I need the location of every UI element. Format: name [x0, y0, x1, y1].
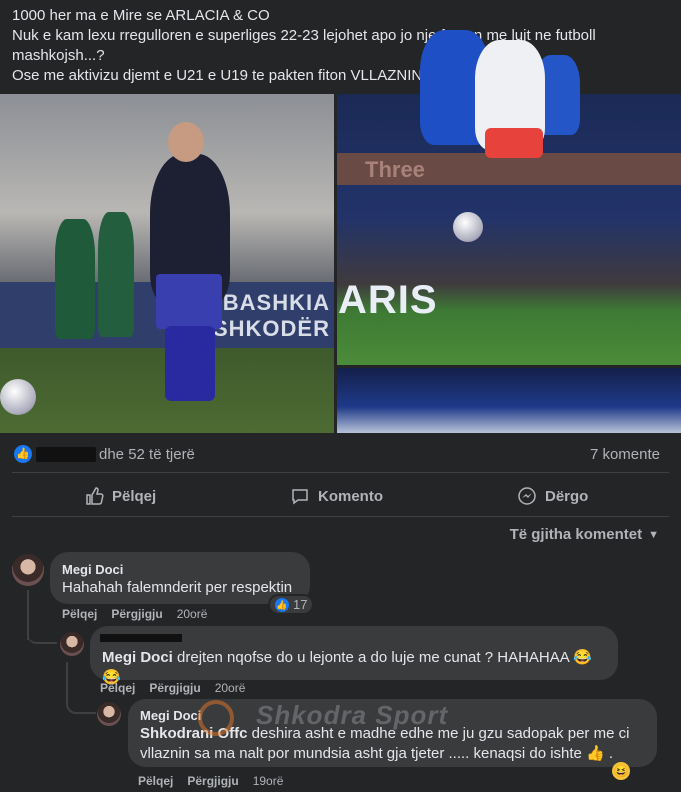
like-label: Pëlqej	[112, 487, 157, 505]
comment-meta: Pëlqej Përgjigju 20orë	[62, 607, 207, 621]
reaction-count: 17	[293, 597, 308, 612]
divider	[12, 516, 669, 517]
divider	[12, 472, 669, 473]
banner-text: BASHKIA SHKODËR	[212, 290, 330, 341]
thread-connector	[27, 616, 57, 644]
football-icon	[0, 379, 36, 415]
comments-count[interactable]: 7 komente	[590, 446, 660, 463]
avatar[interactable]	[97, 702, 121, 726]
mention-link[interactable]: Shkodrani Offc	[140, 725, 248, 742]
mention-link[interactable]: Megi Doci	[102, 649, 173, 666]
comment-like-link[interactable]: Pëlqej	[100, 681, 135, 695]
player-head	[168, 122, 204, 162]
ad-board-text: Three	[365, 157, 425, 182]
messenger-icon	[518, 487, 536, 505]
comment-time[interactable]: 20orë	[177, 607, 208, 621]
comment-like-link[interactable]: Pëlqej	[62, 607, 97, 621]
comment-icon	[292, 489, 308, 505]
comment-label: Komento	[318, 487, 383, 505]
redacted-name	[100, 634, 182, 642]
comment-meta: Pëlqej Përgjigju 20orë	[100, 681, 245, 695]
player-shorts	[156, 274, 222, 329]
thumbs-up-icon	[86, 487, 104, 505]
like-reaction-icon: 👍	[275, 597, 289, 612]
redacted-name	[36, 447, 96, 462]
player-legs	[165, 326, 215, 401]
photo-3[interactable]	[337, 368, 681, 433]
reaction-summary: 👍 dhe 52 të tjerë 7 komente	[0, 443, 681, 467]
like-reaction-icon[interactable]: 👍	[14, 445, 32, 463]
share-button[interactable]: Dërgo	[517, 478, 588, 514]
likes-text[interactable]: dhe 52 të tjerë	[99, 446, 195, 463]
comment-sort-dropdown[interactable]: Të gjitha komentet ▼	[510, 526, 659, 543]
watermark-logo	[198, 700, 234, 736]
referee-figure	[98, 212, 134, 337]
photo-3-text: ARIS	[338, 278, 438, 322]
sort-label: Të gjitha komentet	[509, 526, 643, 543]
caret-down-icon: ▼	[648, 528, 659, 541]
comment-reply-link[interactable]: Përgjigju	[187, 774, 238, 788]
post-line-1: 1000 her ma e Mire se ARLACIA & CO	[12, 7, 270, 24]
comment-reply-link[interactable]: Përgjigju	[149, 681, 200, 695]
action-bar: Pëlqej Komento Dërgo	[12, 478, 669, 514]
avatar[interactable]	[60, 632, 84, 656]
comment-meta: Pëlqej Përgjigju 19orë	[138, 774, 283, 788]
photo-1[interactable]: BASHKIA SHKODËR	[0, 94, 334, 433]
comment-button[interactable]: Komento	[290, 478, 383, 514]
comment-like-link[interactable]: Pëlqej	[138, 774, 173, 788]
comment-time[interactable]: 20orë	[215, 681, 246, 695]
haha-reaction-icon[interactable]: 😆	[612, 762, 630, 780]
comment-bubble: Megi Doci Hahahah falemnderit per respek…	[50, 552, 310, 616]
comment-reaction-badge[interactable]: 👍 17	[270, 596, 313, 613]
football-icon	[453, 212, 483, 242]
photo-grid[interactable]: BASHKIA SHKODËR	[0, 94, 681, 433]
referee-figure	[55, 219, 95, 339]
comment-time[interactable]: 19orë	[253, 774, 284, 788]
avatar[interactable]	[12, 554, 44, 586]
like-button[interactable]: Pëlqej	[84, 478, 156, 514]
player-shorts	[485, 128, 543, 158]
watermark-text: Shkodra Sport	[256, 700, 449, 730]
comment-reply-link[interactable]: Përgjigju	[111, 607, 162, 621]
commenter-name[interactable]: Megi Doci	[62, 561, 298, 578]
share-label: Dërgo	[545, 487, 589, 505]
